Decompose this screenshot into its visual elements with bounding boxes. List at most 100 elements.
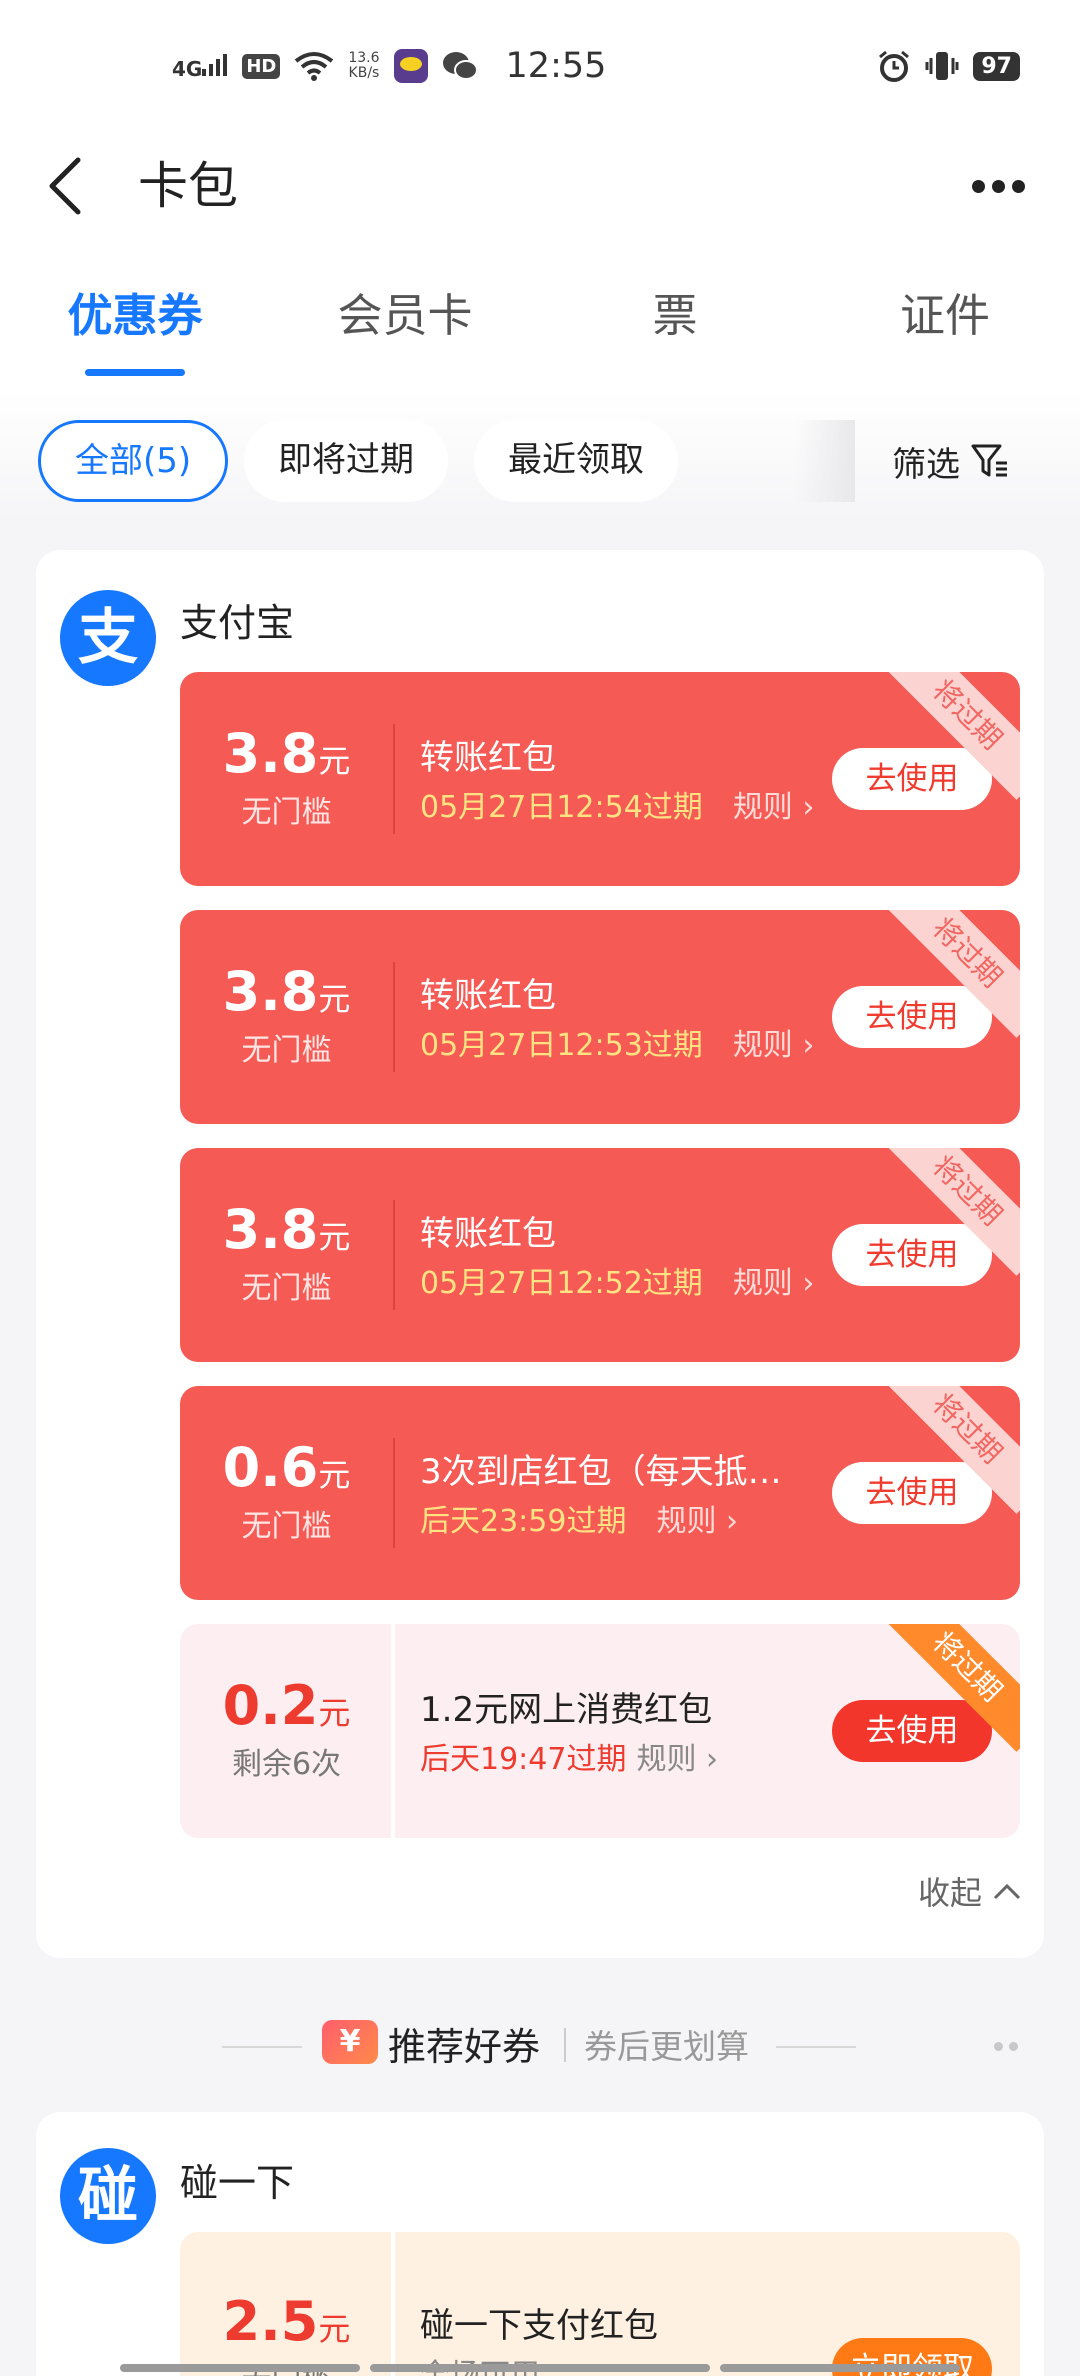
alipay-logo-icon: 支: [60, 590, 156, 686]
coupon-unit: 元: [318, 1456, 351, 1494]
coupon-rule-link[interactable]: 规则 ›: [733, 1266, 815, 1301]
chevron-up-icon: [993, 1883, 1021, 1900]
coupon-unit: 元: [318, 1218, 351, 1256]
alarm-icon: [879, 50, 910, 82]
use-coupon-button[interactable]: 去使用: [832, 986, 992, 1048]
more-dot-icon: [1011, 179, 1025, 193]
coupon-rule-link[interactable]: 规则 ›: [636, 1742, 718, 1777]
coupon-meta: 后天19:47过期 规则 ›: [420, 1734, 718, 1778]
divider-line: [776, 2046, 856, 2048]
coupon-card[interactable]: 3.8元 无门槛 转账红包 05月27日12:52过期 规则 › 去使用 将过期: [180, 1148, 1020, 1362]
coupon-expiry: 05月27日12:53过期: [420, 1028, 703, 1063]
merchant-name: 碰一下: [180, 2161, 295, 2205]
coupon-value: 0.6: [222, 1436, 319, 1499]
coupon-card[interactable]: 3.8元 无门槛 转账红包 05月27日12:54过期 规则 › 去使用 将过期: [180, 672, 1020, 886]
back-button[interactable]: [44, 136, 114, 236]
coupon-unit: 元: [318, 742, 351, 780]
chevron-right-icon: ›: [802, 790, 815, 825]
coupon-divider: [393, 1200, 395, 1310]
coupon-card[interactable]: 0.6元 无门槛 3次到店红包（每天抵… 后天23:59过期 规则 › 去使用 将…: [180, 1386, 1020, 1600]
coupon-name: 转账红包: [420, 738, 556, 778]
clock: 12:55: [505, 46, 607, 86]
coupon-meta: 05月27日12:52过期 规则 ›: [420, 1258, 814, 1302]
coupon-rule-link[interactable]: 规则 ›: [733, 1028, 815, 1063]
merchant-card-alipay: 支 支付宝 3.8元 无门槛 转账红包 05月27日12:54过期 规则 › 去使…: [36, 550, 1044, 1958]
home-indicator-segment: [370, 2364, 710, 2372]
coupon-meta: 05月27日12:54过期 规则 ›: [420, 782, 814, 826]
coupon-name: 转账红包: [420, 976, 556, 1016]
coupon-value: 3.8: [222, 960, 319, 1023]
coupon-condition: 无门槛: [241, 1509, 332, 1544]
coupon-amount: 0.2元 剩余6次: [180, 1674, 393, 1783]
app-notification-icon: [393, 49, 428, 83]
coupon-name: 转账红包: [420, 1214, 556, 1254]
collapse-button[interactable]: 收起: [918, 1868, 1022, 1914]
coupon-amount: 0.6元 无门槛: [180, 1436, 393, 1545]
coupon-value: 2.5: [222, 2290, 319, 2353]
more-dots-icon[interactable]: [994, 2042, 1018, 2051]
coupon-expiry: 05月27日12:52过期: [420, 1266, 703, 1301]
chevron-right-icon: ›: [802, 1028, 815, 1063]
status-left: 4G HD 13.6 KB/s 12:55: [172, 44, 606, 88]
home-indicator-segment: [120, 2364, 360, 2372]
coupon-expiry: 后天23:59过期: [420, 1504, 627, 1539]
coupon-rule-link[interactable]: 规则 ›: [733, 790, 815, 825]
more-dot-icon: [991, 179, 1005, 193]
rule-label: 规则: [732, 790, 793, 825]
rule-label: 规则: [656, 1504, 717, 1539]
tab-bar: 优惠券 会员卡 票 证件: [0, 256, 1080, 390]
use-coupon-button[interactable]: 去使用: [832, 748, 992, 810]
tab-tickets[interactable]: 票: [540, 256, 810, 390]
wechat-icon: [442, 52, 478, 80]
coupon-condition: 无门槛: [241, 1033, 332, 1068]
use-coupon-button[interactable]: 去使用: [832, 1224, 992, 1286]
battery-icon: 97: [973, 51, 1020, 81]
chip-all[interactable]: 全部(5): [38, 420, 229, 502]
coupon-card[interactable]: 0.2元 剩余6次 1.2元网上消费红包 后天19:47过期 规则 › 去使用 将…: [180, 1624, 1020, 1838]
filter-funnel-icon: [971, 444, 1007, 477]
tab-documents[interactable]: 证件: [810, 256, 1080, 390]
recommend-subtitle: 券后更划算: [584, 2027, 749, 2066]
coupon-divider: [393, 962, 395, 1072]
dot-icon: [1009, 2042, 1018, 2051]
rule-label: 规则: [636, 1742, 697, 1777]
filter-label: 筛选: [892, 444, 960, 485]
coupon-note: 全场可用: [420, 2350, 540, 2376]
network-speed: 13.6 KB/s: [348, 51, 379, 81]
tab-coupons[interactable]: 优惠券: [0, 256, 270, 390]
filter-button[interactable]: 筛选: [892, 420, 1010, 502]
coupon-condition: 无门槛: [241, 1271, 332, 1306]
hd-icon: HD: [242, 53, 281, 79]
network-type: 4G: [172, 56, 203, 81]
chevron-left-icon: [49, 157, 81, 215]
speed-unit: KB/s: [348, 65, 380, 81]
status-right: 97: [877, 44, 1020, 88]
coupon-name: 碰一下支付红包: [420, 2306, 658, 2346]
coupon-card[interactable]: 2.5元 无门槛 碰一下支付红包 全场可用 立即领取: [180, 2232, 1020, 2376]
chip-recently-received[interactable]: 最近领取: [474, 420, 678, 502]
chevron-right-icon: ›: [802, 1266, 815, 1301]
use-coupon-button[interactable]: 去使用: [832, 1462, 992, 1524]
coupon-amount: 3.8元 无门槛: [180, 722, 393, 831]
title-separator: [564, 2028, 566, 2062]
coupon-amount: 3.8元 无门槛: [180, 960, 393, 1069]
chevron-right-icon: ›: [726, 1504, 739, 1539]
coupon-badge-icon: ¥: [322, 2020, 378, 2064]
chip-expiring-soon[interactable]: 即将过期: [244, 420, 448, 502]
coupon-unit: 元: [318, 2310, 351, 2348]
coupon-card[interactable]: 3.8元 无门槛 转账红包 05月27日12:53过期 规则 › 去使用 将过期: [180, 910, 1020, 1124]
collapse-label: 收起: [917, 1874, 982, 1912]
divider-line: [222, 2046, 302, 2048]
use-coupon-button[interactable]: 去使用: [832, 1700, 992, 1762]
coupon-unit: 元: [318, 1694, 351, 1732]
coupon-divider: [393, 1438, 395, 1548]
rule-label: 规则: [732, 1028, 793, 1063]
more-options-button[interactable]: [958, 136, 1038, 236]
coupon-rule-link[interactable]: 规则 ›: [656, 1504, 738, 1539]
rule-label: 规则: [732, 1266, 793, 1301]
signal-icon: 4G: [172, 53, 228, 81]
chip-scroll-fade: [795, 420, 855, 502]
tab-membership-cards[interactable]: 会员卡: [270, 256, 540, 390]
tap-pay-logo-icon: 碰: [60, 2148, 156, 2244]
coupon-name: 3次到店红包（每天抵…: [420, 1452, 782, 1492]
